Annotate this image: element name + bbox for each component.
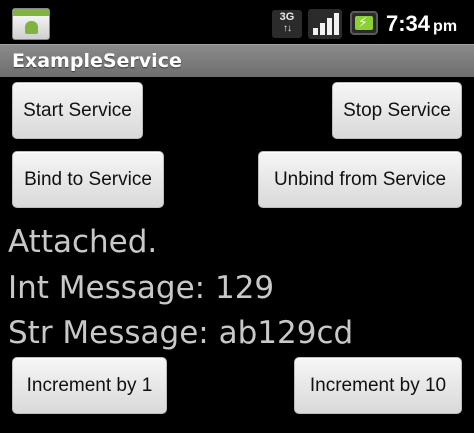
clock-ampm: pm <box>433 18 458 35</box>
network-type-label: 3G <box>279 11 295 23</box>
title-bar: ExampleService <box>0 44 474 77</box>
increment-by-1-button[interactable]: Increment by 1 <box>12 357 167 414</box>
str-message: Str Message: ab129cd <box>8 315 354 351</box>
network-3g-icon: 3G ↑↓ <box>272 10 302 38</box>
int-message: Int Message: 129 <box>8 270 275 306</box>
start-service-button[interactable]: Start Service <box>12 82 143 139</box>
battery-charging-icon: ⚡ <box>350 11 378 35</box>
stop-service-button[interactable]: Stop Service <box>332 82 462 139</box>
clock-time: 7:34 <box>386 11 431 36</box>
signal-strength-icon <box>308 9 342 39</box>
unbind-service-button[interactable]: Unbind from Service <box>258 151 462 208</box>
clock: 7:34 pm <box>386 9 457 42</box>
app-title: ExampleService <box>12 50 182 72</box>
connection-status: Attached. <box>8 224 158 260</box>
bind-service-button[interactable]: Bind to Service <box>12 151 164 208</box>
increment-by-10-button[interactable]: Increment by 10 <box>294 357 462 414</box>
app-notification-icon <box>12 8 50 40</box>
status-bar: 3G ↑↓ ⚡ 7:34 pm <box>0 0 474 44</box>
